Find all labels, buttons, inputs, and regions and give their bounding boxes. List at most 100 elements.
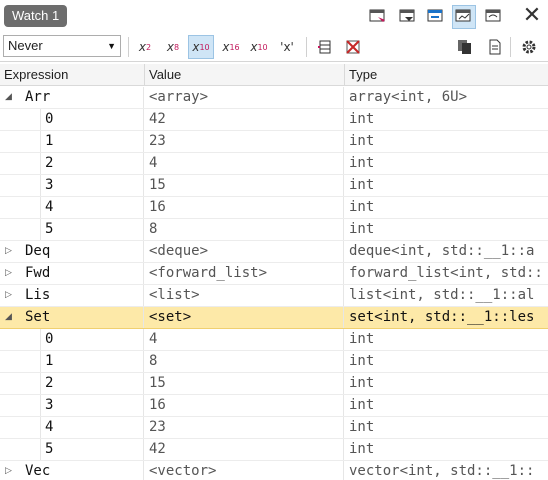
watch-window-icon[interactable] xyxy=(366,5,390,29)
toolbar-divider xyxy=(510,37,511,57)
expression-cell[interactable]: 2 xyxy=(0,153,144,174)
collapse-arrow-icon[interactable]: ◢ xyxy=(5,87,15,108)
format-hex-label: x xyxy=(222,40,230,54)
format-binary-label: x xyxy=(138,40,146,54)
table-row[interactable]: 3 16 int xyxy=(0,395,548,417)
value-cell[interactable]: <deque> xyxy=(145,241,344,262)
value-cell[interactable]: 42 xyxy=(145,109,344,130)
display-mode-value: Never xyxy=(8,38,43,53)
expression-cell[interactable]: 2 xyxy=(0,373,144,394)
delete-all-watches-button[interactable] xyxy=(340,35,366,59)
table-row[interactable]: ▷ Vec <vector> vector<int, std::__1:: xyxy=(0,461,548,480)
copy-icon xyxy=(458,40,471,54)
expression-cell[interactable]: ◢ Arr xyxy=(0,87,144,108)
format-decimal-button[interactable]: x 10 xyxy=(188,35,214,59)
format-char-button[interactable]: 'x' xyxy=(274,35,300,59)
table-row[interactable]: 0 4 int xyxy=(0,329,548,351)
expression-cell[interactable]: 5 xyxy=(0,219,144,240)
expand-arrow-icon[interactable]: ▷ xyxy=(5,461,15,480)
expression-text: Arr xyxy=(25,89,51,105)
format-octal-label: x xyxy=(166,40,174,54)
expression-text: Fwd xyxy=(25,265,51,281)
table-row[interactable]: 4 23 int xyxy=(0,417,548,439)
value-cell[interactable]: <list> xyxy=(145,285,344,306)
value-cell[interactable]: <forward_list> xyxy=(145,263,344,284)
table-row[interactable]: 2 4 int xyxy=(0,153,548,175)
type-cell: int xyxy=(349,133,375,149)
expression-cell[interactable]: 1 xyxy=(0,351,144,372)
expression-cell[interactable]: 3 xyxy=(0,175,144,196)
table-row[interactable]: 5 42 int xyxy=(0,439,548,461)
registers-window-icon[interactable] xyxy=(452,5,476,29)
column-header-type[interactable]: Type xyxy=(345,64,548,86)
column-header-expression[interactable]: Expression xyxy=(0,64,145,86)
table-row[interactable]: 3 15 int xyxy=(0,175,548,197)
table-row[interactable]: ▷ Lis <list> list<int, std::__1::al xyxy=(0,285,548,307)
expression-cell[interactable]: 3 xyxy=(0,395,144,416)
value-cell[interactable]: 15 xyxy=(145,373,344,394)
format-octal-sub: 8 xyxy=(174,42,180,52)
type-cell: array<int, 6U> xyxy=(349,89,468,105)
autos-window-icon[interactable] xyxy=(424,5,448,29)
value-cell[interactable]: <vector> xyxy=(145,461,344,480)
show-raw-structure-button[interactable] xyxy=(312,35,338,59)
memory-window-icon[interactable] xyxy=(482,5,506,29)
type-cell: int xyxy=(349,331,375,347)
value-cell[interactable]: 8 xyxy=(145,351,344,372)
value-cell[interactable]: 42 xyxy=(145,439,344,460)
value-cell[interactable]: <set> xyxy=(145,307,344,328)
expression-cell[interactable]: 0 xyxy=(0,329,144,350)
table-row[interactable]: ◢ Arr <array> array<int, 6U> xyxy=(0,87,548,109)
watch-tab[interactable]: Watch 1 xyxy=(4,5,68,27)
expression-cell[interactable]: ▷ Deq xyxy=(0,241,144,262)
table-row[interactable]: 1 8 int xyxy=(0,351,548,373)
table-row[interactable]: 5 8 int xyxy=(0,219,548,241)
value-cell[interactable]: 23 xyxy=(145,131,344,152)
locals-window-icon[interactable] xyxy=(396,5,420,29)
collapse-arrow-icon[interactable]: ◢ xyxy=(5,307,15,328)
expression-cell[interactable]: ▷ Lis xyxy=(0,285,144,306)
type-cell: list<int, std::__1::al xyxy=(349,287,535,303)
value-cell[interactable]: 16 xyxy=(145,197,344,218)
settings-button[interactable] xyxy=(516,35,542,59)
table-row[interactable]: 0 42 int xyxy=(0,109,548,131)
expand-arrow-icon[interactable]: ▷ xyxy=(5,263,15,284)
value-cell[interactable]: 4 xyxy=(145,329,344,350)
table-row[interactable]: ◢ Set <set> set<int, std::__1::les xyxy=(0,307,548,329)
expression-cell[interactable]: ◢ Set xyxy=(0,307,144,328)
format-unsigned-decimal-button[interactable]: x 10 xyxy=(246,35,272,59)
value-cell[interactable]: <array> xyxy=(145,87,344,108)
table-row[interactable]: 2 15 int xyxy=(0,373,548,395)
value-cell[interactable]: 23 xyxy=(145,417,344,438)
expression-cell[interactable]: 1 xyxy=(0,131,144,152)
format-hex-sub: 16 xyxy=(229,42,240,52)
column-header-value[interactable]: Value xyxy=(145,64,345,86)
format-hex-button[interactable]: x 16 xyxy=(218,35,244,59)
value-cell[interactable]: 16 xyxy=(145,395,344,416)
expand-arrow-icon[interactable]: ▷ xyxy=(5,241,15,262)
expression-cell[interactable]: 0 xyxy=(0,109,144,130)
type-cell: int xyxy=(349,221,375,237)
expression-cell[interactable]: 4 xyxy=(0,197,144,218)
format-octal-button[interactable]: x8 xyxy=(160,35,186,59)
copy-button[interactable] xyxy=(452,35,478,59)
expression-cell[interactable]: 4 xyxy=(0,417,144,438)
table-row[interactable]: 4 16 int xyxy=(0,197,548,219)
display-mode-dropdown[interactable]: Never ▼ xyxy=(3,35,121,57)
paste-button[interactable] xyxy=(482,35,508,59)
expression-cell[interactable]: ▷ Vec xyxy=(0,461,144,480)
close-icon[interactable]: ✕ xyxy=(520,4,544,28)
watch-grid: ◢ Arr <array> array<int, 6U> 0 42 int 1 23 int 2 4 i… xyxy=(0,87,548,480)
value-cell[interactable]: 15 xyxy=(145,175,344,196)
value-cell[interactable]: 4 xyxy=(145,153,344,174)
table-row[interactable]: 1 23 int xyxy=(0,131,548,153)
table-row[interactable]: ▷ Fwd <forward_list> forward_list<int, std:… xyxy=(0,263,548,285)
type-cell: deque<int, std::__1::a xyxy=(349,243,535,259)
table-row[interactable]: ▷ Deq <deque> deque<int, std::__1::a xyxy=(0,241,548,263)
value-cell[interactable]: 8 xyxy=(145,219,344,240)
expression-cell[interactable]: 5 xyxy=(0,439,144,460)
document-icon xyxy=(489,39,501,55)
expression-cell[interactable]: ▷ Fwd xyxy=(0,263,144,284)
expand-arrow-icon[interactable]: ▷ xyxy=(5,285,15,306)
format-binary-button[interactable]: x2 xyxy=(132,35,158,59)
